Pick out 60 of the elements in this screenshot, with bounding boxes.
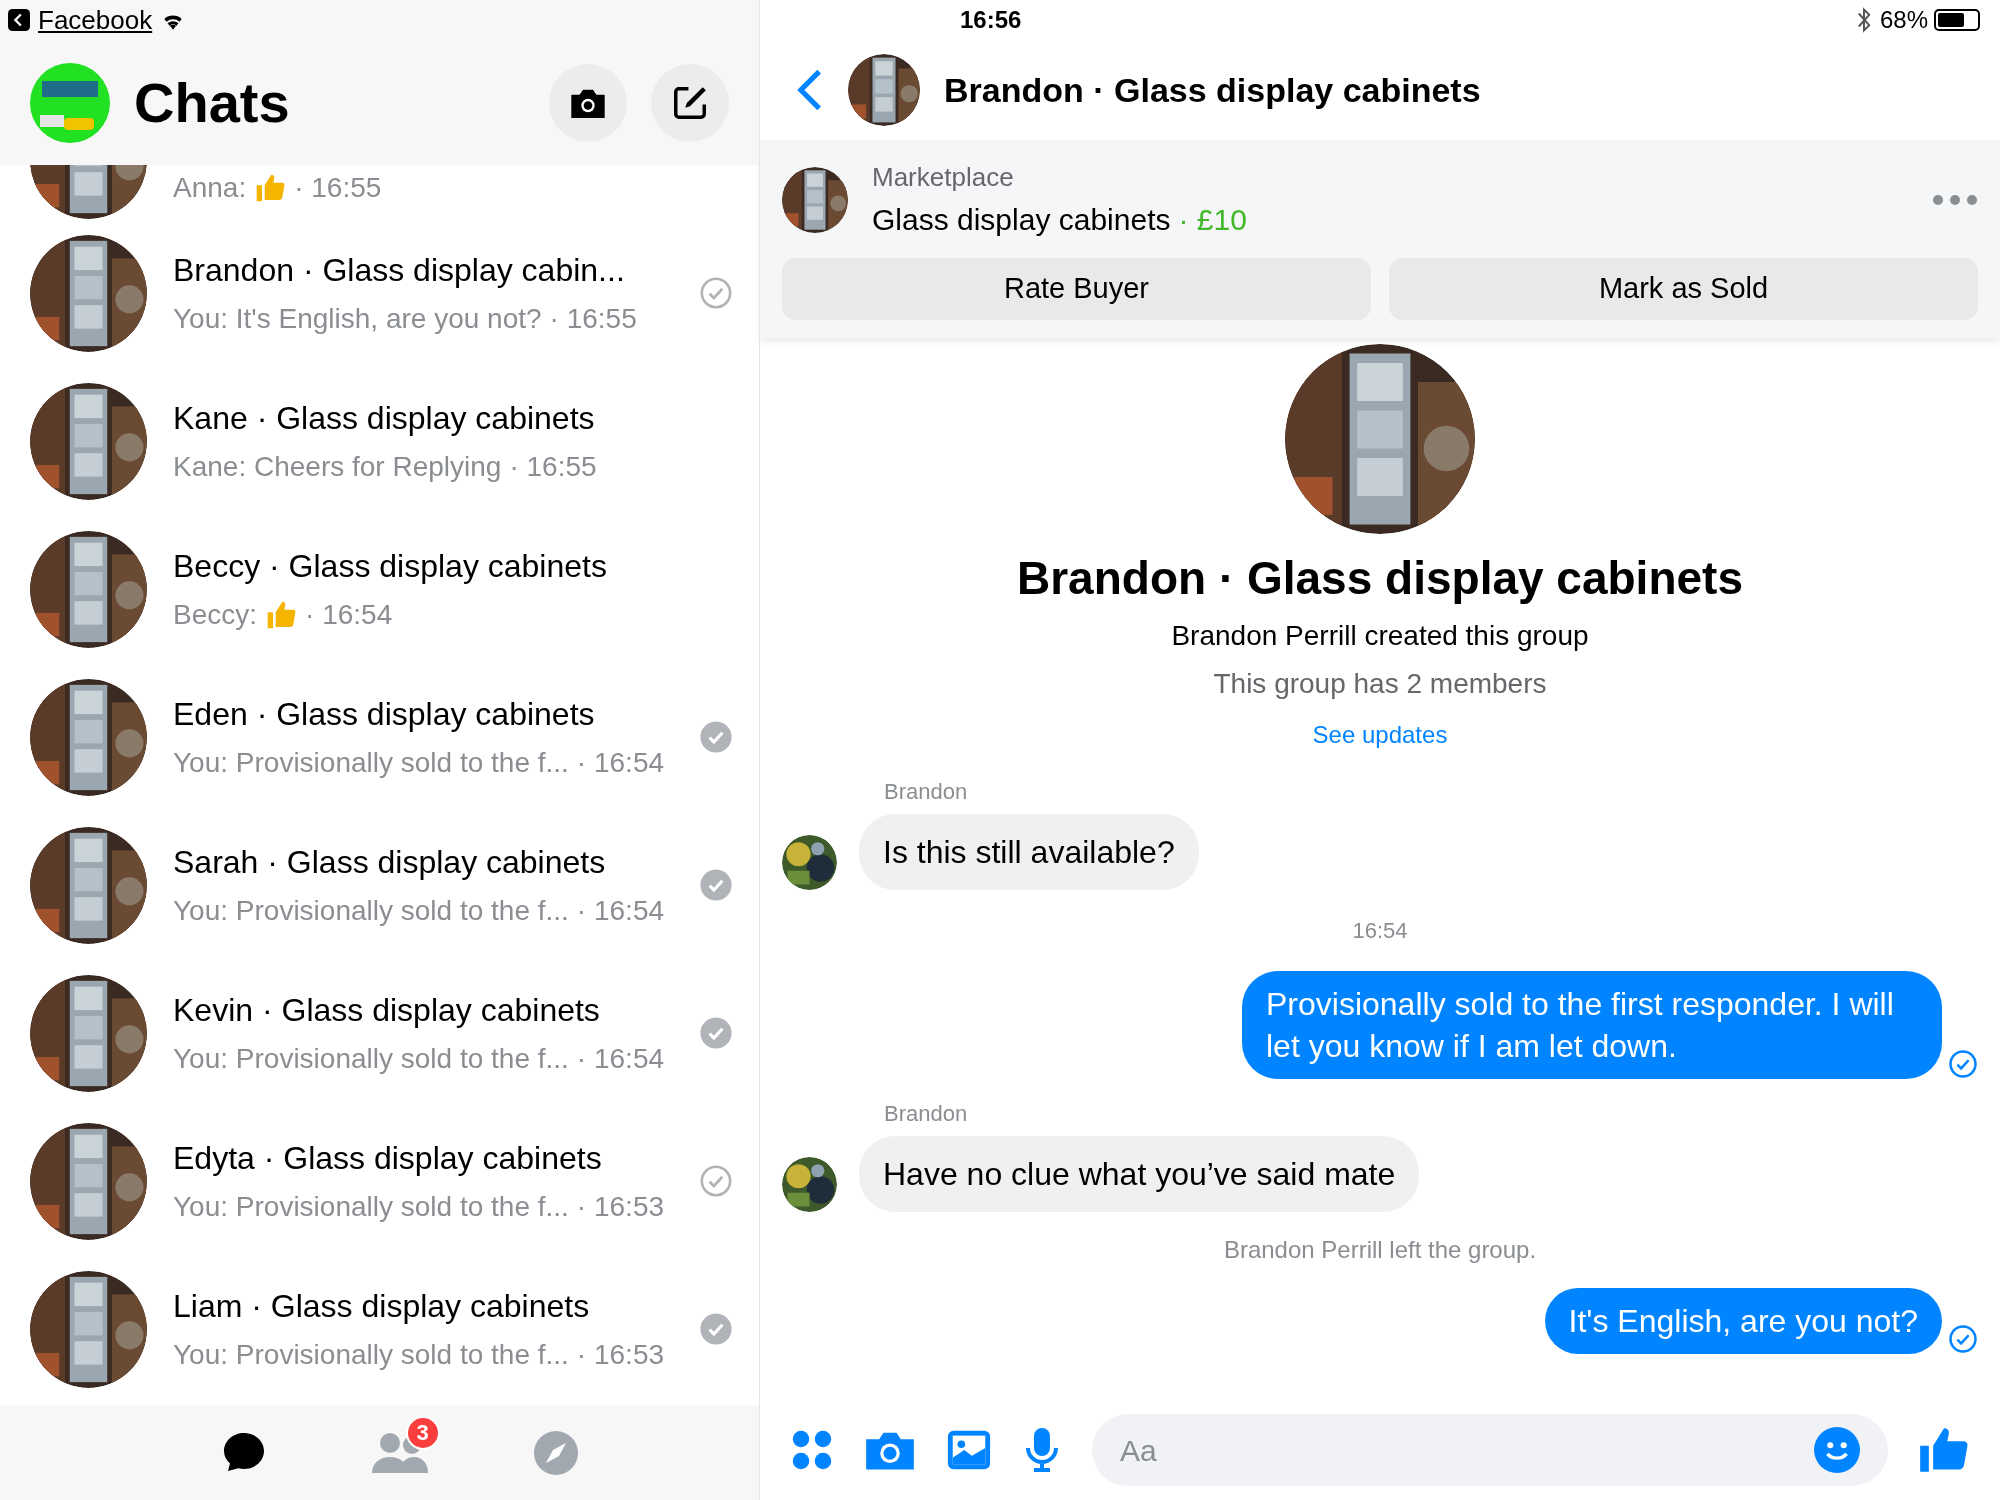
sender-name: Brandon (884, 1100, 969, 1128)
message-timestamp: 16:54 (1352, 917, 1408, 945)
apps-icon[interactable] (790, 1428, 834, 1472)
chat-time: · 16:55 (549, 302, 637, 336)
group-event-text: Brandon Perrill left the group. (1223, 1235, 1537, 1265)
group-members-text: This group has 2 members (1213, 667, 1547, 701)
chat-name[interactable]: Liam · Glass display cabinets (173, 1282, 699, 1330)
image-icon[interactable] (946, 1428, 992, 1472)
emoji-icon[interactable] (1814, 1427, 1860, 1473)
see-updates-link[interactable]: See updates (1312, 717, 1448, 753)
page-title: Chats (134, 69, 291, 136)
notification-badge: 3 (405, 1415, 440, 1450)
message-preview: Beccy: (173, 598, 258, 632)
battery-percent: 68% (1879, 5, 1928, 35)
message-preview: Kane: Cheers for Replying (173, 450, 502, 484)
back-icon[interactable] (8, 9, 30, 31)
outgoing-message: It's English, are you not? (1544, 1288, 1942, 1354)
chat-name[interactable]: Kevin · Glass display cabinets (173, 986, 699, 1034)
listing-price: · £10 (1178, 202, 1247, 238)
chat-name[interactable]: Edyta · Glass display cabinets (173, 1134, 699, 1182)
composer-field[interactable]: Aa (1092, 1414, 1888, 1486)
outgoing-message: Provisionally sold to the first responder. I will let you know if I am let down. (1242, 971, 1942, 1079)
message-preview: You: It's English, are you not? (173, 302, 542, 336)
message-preview: Anna: (173, 171, 247, 205)
more-icon[interactable] (1932, 194, 1978, 206)
chat-time: · 16:55 (509, 450, 597, 484)
message-preview: You: Provisionally sold to the f... (173, 1190, 569, 1224)
listing-label: Marketplace (872, 161, 1015, 194)
chat-time: · 16:54 (576, 746, 665, 780)
sender-name: Brandon (884, 778, 969, 806)
chat-time: · 16:54 (576, 894, 665, 928)
bluetooth-icon (1855, 7, 1872, 33)
listing-action-button[interactable]: Rate Buyer (782, 258, 1371, 320)
message-input[interactable]: Aa (1120, 1427, 1814, 1473)
group-creator-text: Brandon Perrill created this group (1171, 619, 1589, 653)
chat-time: · 16:55 (294, 171, 382, 205)
profile-logo-icon[interactable] (30, 62, 110, 143)
back-link[interactable]: Facebook (38, 0, 153, 40)
conversation-title: Brandon · Glass display cabinets (944, 69, 1481, 111)
listing-action-button[interactable]: Mark as Sold (1389, 258, 1978, 320)
chat-time: · 16:54 (576, 1042, 665, 1076)
tab-bar-item[interactable]: 3 (359, 1417, 440, 1488)
incoming-message: Is this still available? (859, 814, 1199, 890)
incoming-message: Have no clue what you’ve said mate (859, 1136, 1420, 1212)
chat-time: · 16:54 (305, 598, 393, 632)
chat-time: · 16:53 (576, 1338, 665, 1372)
message-preview: You: Provisionally sold to the f... (173, 1338, 569, 1372)
chat-time: · 16:53 (576, 1190, 665, 1224)
message-preview: You: Provisionally sold to the f... (173, 894, 569, 928)
chat-name[interactable]: Kane · Glass display cabinets (173, 394, 699, 442)
chat-name[interactable]: Eden · Glass display cabinets (173, 690, 699, 738)
compass-icon (531, 1428, 580, 1477)
chat-name[interactable]: Brandon · Glass display cabin... (173, 246, 699, 294)
group-title: Brandon · Glass display cabinets (1017, 551, 1743, 606)
chat-name[interactable]: Sarah · Glass display cabinets (173, 838, 699, 886)
message-preview: You: Provisionally sold to the f... (173, 746, 569, 780)
chat-name[interactable]: Beccy · Glass display cabinets (173, 542, 699, 590)
status-time: 16:56 (960, 5, 1023, 35)
listing-title: Glass display cabinets (872, 202, 1171, 238)
message-preview: You: Provisionally sold to the f... (173, 1042, 569, 1076)
